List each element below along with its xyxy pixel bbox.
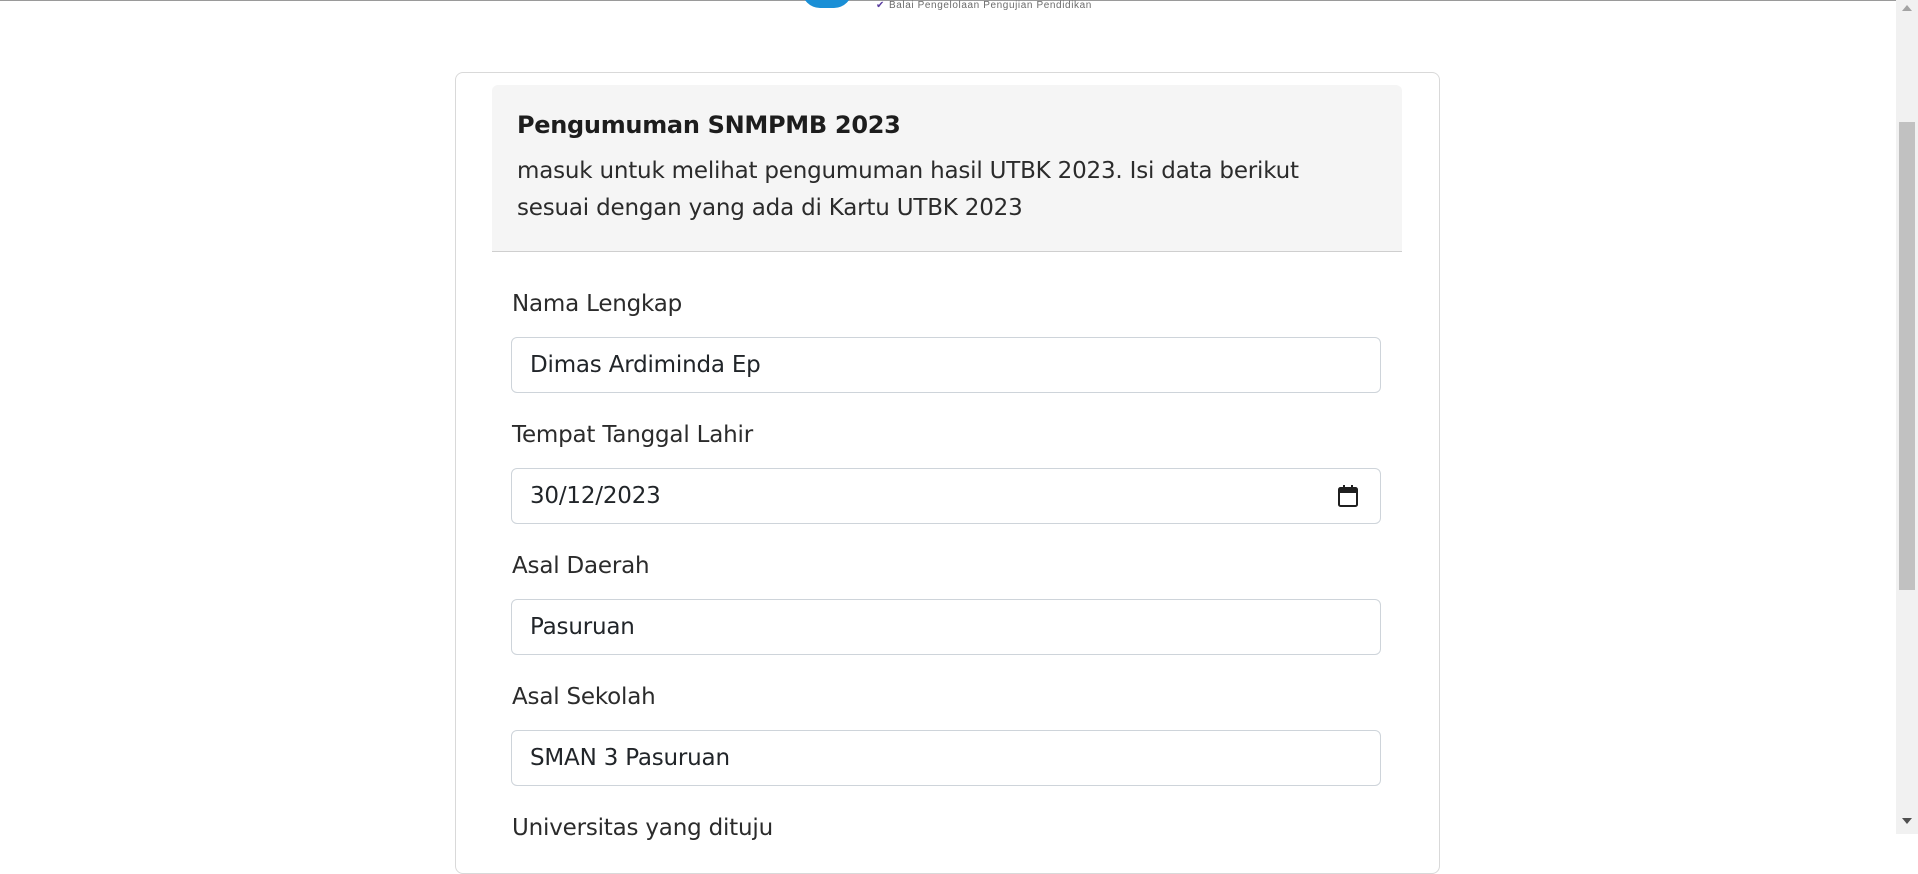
- ttl-date-input[interactable]: 30/12/2023: [511, 468, 1381, 524]
- daerah-label: Asal Daerah: [512, 553, 650, 579]
- logo-text: Balai Pengelolaan Pengujian Pendidikan: [889, 0, 1092, 11]
- check-icon: ✔: [876, 0, 885, 11]
- logo-mark: [802, 0, 852, 8]
- sekolah-value: SMAN 3 Pasuruan: [530, 745, 730, 771]
- sekolah-label: Asal Sekolah: [512, 684, 656, 710]
- nama-value: Dimas Ardiminda Ep: [530, 352, 761, 378]
- card-description: masuk untuk melihat pengumuman hasil UTB…: [517, 158, 1299, 221]
- nama-label: Nama Lengkap: [512, 291, 683, 317]
- universitas-label: Universitas yang dituju: [512, 815, 773, 841]
- daerah-value: Pasuruan: [530, 614, 635, 640]
- calendar-icon[interactable]: [1338, 485, 1358, 507]
- sekolah-input[interactable]: SMAN 3 Pasuruan: [511, 730, 1381, 786]
- card-title: Pengumuman SNMPMB 2023: [517, 111, 901, 139]
- announcement-card: Pengumuman SNMPMB 2023 masuk untuk melih…: [455, 72, 1440, 874]
- page-scrollbar[interactable]: [1896, 0, 1918, 834]
- ttl-value: 30/12/2023: [530, 483, 661, 509]
- nama-input[interactable]: Dimas Ardiminda Ep: [511, 337, 1381, 393]
- scroll-down-arrow-icon[interactable]: [1902, 818, 1912, 824]
- site-logo: ✔ Balai Pengelolaan Pengujian Pendidikan: [800, 0, 1092, 14]
- ttl-label: Tempat Tanggal Lahir: [512, 422, 753, 448]
- daerah-input[interactable]: Pasuruan: [511, 599, 1381, 655]
- scroll-up-arrow-icon[interactable]: [1902, 5, 1912, 11]
- scrollbar-thumb[interactable]: [1899, 122, 1915, 590]
- card-header: Pengumuman SNMPMB 2023 masuk untuk melih…: [492, 85, 1402, 252]
